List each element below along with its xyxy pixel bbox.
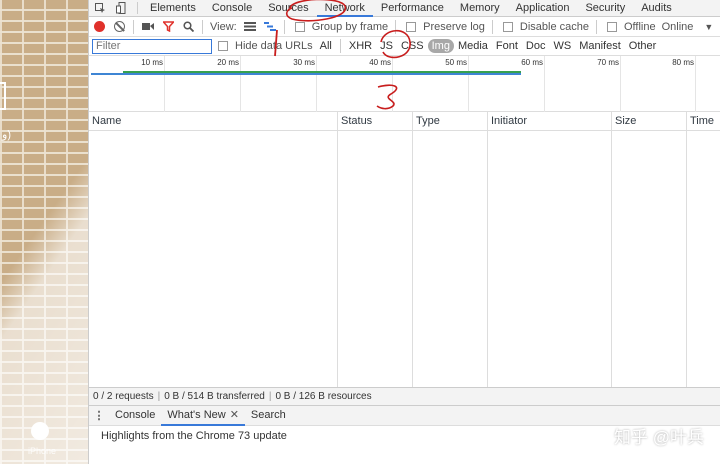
- preserve-log-label[interactable]: Preserve log: [423, 21, 485, 33]
- filter-button[interactable]: [158, 17, 178, 37]
- filter-type-font[interactable]: Font: [492, 40, 522, 52]
- network-summary-bar: 0 / 2 requests | 0 B / 514 B transferred…: [89, 387, 720, 406]
- waterfall-view-button[interactable]: [260, 17, 280, 37]
- search-icon: [182, 21, 194, 32]
- filter-funnel-icon: [162, 21, 174, 32]
- request-count: 0 / 2 requests: [93, 391, 154, 402]
- devtools-panel: Elements Console Sources Network Perform…: [88, 0, 720, 464]
- tick-label: 70 ms: [597, 58, 619, 67]
- phone-outline-icon: [0, 82, 6, 110]
- filter-type-media[interactable]: Media: [454, 40, 492, 52]
- tab-application[interactable]: Application: [508, 0, 578, 17]
- list-view-icon: [243, 22, 256, 31]
- resources-size: 0 B / 126 B resources: [275, 391, 372, 402]
- tick-label: 60 ms: [521, 58, 543, 67]
- record-icon: [93, 21, 105, 32]
- main-tabbar: Elements Console Sources Network Perform…: [89, 0, 720, 17]
- tick-label: 20 ms: [217, 58, 239, 67]
- filter-type-manifest[interactable]: Manifest: [575, 40, 625, 52]
- tab-security[interactable]: Security: [577, 0, 633, 17]
- close-icon[interactable]: ✕: [230, 409, 239, 421]
- filter-type-all[interactable]: All: [316, 40, 336, 52]
- column-name[interactable]: Name: [89, 112, 338, 130]
- record-button[interactable]: [89, 17, 109, 37]
- watermark: 知乎 @叶兵: [614, 428, 704, 447]
- capture-screenshots-button[interactable]: [138, 17, 158, 37]
- timeline-overview[interactable]: 10 ms 20 ms 30 ms 40 ms 50 ms 60 ms 70 m…: [89, 56, 720, 112]
- clear-button[interactable]: [109, 17, 129, 37]
- drawer-tab-console[interactable]: Console: [109, 406, 161, 426]
- page-caption: iPhone: [28, 446, 57, 456]
- tick-label: 80 ms: [672, 58, 694, 67]
- column-type[interactable]: Type: [413, 112, 488, 130]
- disable-cache-label[interactable]: Disable cache: [520, 21, 589, 33]
- filter-bar: Hide data URLs All XHR JS CSS Img Media …: [89, 37, 720, 56]
- page-background-strip: و) iPhone: [0, 0, 88, 464]
- filter-input[interactable]: [92, 38, 212, 54]
- tab-elements[interactable]: Elements: [142, 0, 204, 17]
- tick-label: 50 ms: [445, 58, 467, 67]
- search-button[interactable]: [178, 17, 198, 37]
- offline-label[interactable]: Offline: [624, 21, 656, 33]
- group-by-frame-label[interactable]: Group by frame: [312, 21, 388, 33]
- video-camera-icon: [142, 23, 154, 30]
- preserve-log-checkbox[interactable]: [406, 21, 417, 32]
- filter-type-other[interactable]: Other: [625, 40, 661, 52]
- throttling-select[interactable]: Online: [662, 21, 694, 33]
- tick-label: 10 ms: [141, 58, 163, 67]
- tab-network[interactable]: Network: [316, 0, 373, 17]
- group-by-frame-checkbox[interactable]: [294, 21, 305, 32]
- tab-console[interactable]: Console: [204, 0, 260, 17]
- tab-performance[interactable]: Performance: [373, 0, 452, 17]
- tab-sources[interactable]: Sources: [260, 0, 316, 17]
- hide-data-urls-label[interactable]: Hide data URLs: [235, 40, 313, 52]
- tab-memory[interactable]: Memory: [452, 0, 508, 17]
- inspect-element-icon[interactable]: [89, 0, 111, 17]
- tick-label: 40 ms: [369, 58, 391, 67]
- request-table-header: Name Status Type Initiator Size Time: [89, 112, 720, 131]
- drawer-tab-whats-new[interactable]: What's New ✕: [161, 406, 245, 426]
- large-rows-button[interactable]: [240, 17, 260, 37]
- offline-checkbox[interactable]: [606, 21, 617, 32]
- drawer-tab-search[interactable]: Search: [245, 406, 292, 426]
- column-time[interactable]: Time: [687, 112, 720, 130]
- column-size[interactable]: Size: [612, 112, 687, 130]
- more-options-icon[interactable]: ⋮: [89, 409, 109, 422]
- filter-type-doc[interactable]: Doc: [522, 40, 550, 52]
- apple-logo-icon: [31, 422, 49, 440]
- view-label: View:: [210, 20, 237, 33]
- load-bar: [91, 73, 521, 75]
- chevron-down-icon[interactable]: ▼: [704, 22, 713, 32]
- tick-label: 30 ms: [293, 58, 315, 67]
- transferred-size: 0 B / 514 B transferred: [164, 391, 265, 402]
- filter-type-css[interactable]: CSS: [397, 40, 428, 52]
- network-toolbar: View: Group by frame Preserve log Disabl…: [89, 17, 720, 37]
- drawer-tab-whats-new-label: What's New: [167, 408, 226, 421]
- tab-audits[interactable]: Audits: [633, 0, 680, 17]
- column-status[interactable]: Status: [338, 112, 413, 130]
- disable-cache-checkbox[interactable]: [502, 21, 513, 32]
- page-glyph: و): [2, 129, 11, 141]
- filter-type-img[interactable]: Img: [427, 39, 454, 53]
- device-toolbar-icon[interactable]: [111, 0, 133, 17]
- filter-type-ws[interactable]: WS: [549, 40, 575, 52]
- request-table-body: [89, 131, 720, 387]
- column-initiator[interactable]: Initiator: [488, 112, 612, 130]
- clear-icon: [113, 21, 125, 32]
- hide-data-urls-checkbox[interactable]: [218, 41, 228, 51]
- filter-type-xhr[interactable]: XHR: [345, 40, 376, 52]
- waterfall-icon: [263, 22, 276, 31]
- filter-type-js[interactable]: JS: [376, 40, 397, 52]
